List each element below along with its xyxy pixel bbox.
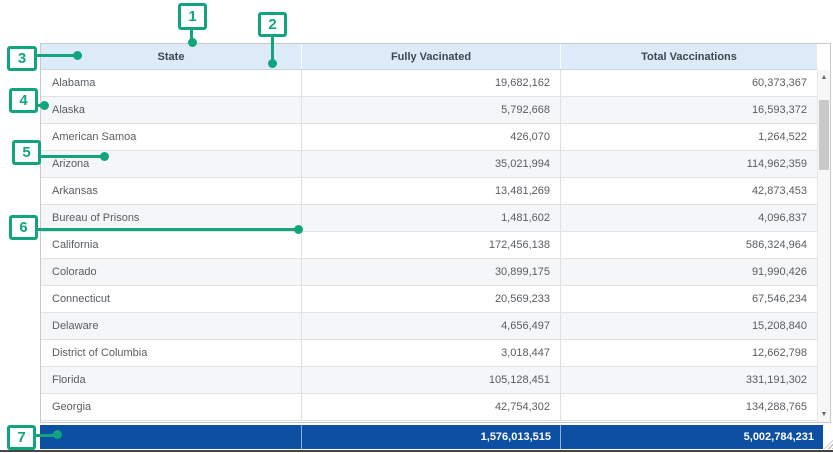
- state-cell: Arkansas: [41, 178, 302, 204]
- state-cell: American Samoa: [41, 124, 302, 150]
- fully-vaccinated-cell: 19,682,162: [302, 70, 561, 96]
- fully-vaccinated-cell: 172,456,138: [302, 232, 561, 258]
- state-cell: California: [41, 232, 302, 258]
- annotation-callout-3: 3: [7, 46, 37, 71]
- data-table: State Fully Vacinated Total Vaccinations…: [40, 43, 831, 423]
- vertical-scrollbar[interactable]: ▲ ▼: [817, 70, 830, 422]
- totals-total-vaccinations-cell: 5,002,784,231: [560, 425, 823, 449]
- window-bottom-edge: [0, 450, 833, 452]
- state-cell: Alabama: [41, 70, 302, 96]
- table-row[interactable]: American Samoa426,0701,264,522: [41, 124, 817, 151]
- annotation-dot-5: [100, 152, 109, 161]
- total-vaccinations-cell: 134,288,765: [561, 394, 817, 420]
- annotation-number-1: 1: [188, 9, 196, 24]
- annotation-callout-4: 4: [9, 88, 38, 113]
- annotation-connector-5: [40, 155, 102, 158]
- state-cell: District of Columbia: [41, 340, 302, 366]
- table-row[interactable]: District of Columbia3,018,44712,662,798: [41, 340, 817, 367]
- total-vaccinations-cell: 91,990,426: [561, 259, 817, 285]
- annotation-dot-7: [53, 430, 62, 439]
- table-row[interactable]: Delaware4,656,49715,208,840: [41, 313, 817, 340]
- scrollbar-down-icon[interactable]: ▼: [818, 407, 830, 422]
- annotation-connector-7: [35, 434, 55, 437]
- annotation-callout-2: 2: [258, 12, 287, 37]
- total-vaccinations-cell: 331,191,302: [561, 367, 817, 393]
- total-vaccinations-cell: 1,264,522: [561, 124, 817, 150]
- scrollbar-up-icon[interactable]: ▲: [818, 70, 830, 85]
- column-header-total-vaccinations[interactable]: Total Vaccinations: [561, 44, 817, 69]
- table-row[interactable]: Arizona35,021,994114,962,359: [41, 151, 817, 178]
- annotation-dot-6: [294, 225, 303, 234]
- column-header-fully-vaccinated[interactable]: Fully Vacinated: [302, 44, 561, 69]
- annotation-callout-6: 6: [9, 215, 38, 240]
- fully-vaccinated-cell: 13,481,269: [302, 178, 561, 204]
- annotation-number-7: 7: [17, 430, 25, 445]
- fully-vaccinated-cell: 426,070: [302, 124, 561, 150]
- table-row[interactable]: Colorado30,899,17591,990,426: [41, 259, 817, 286]
- table-body: Alabama19,682,16260,373,367Alaska5,792,6…: [41, 70, 817, 422]
- fully-vaccinated-cell: 3,018,447: [302, 340, 561, 366]
- total-vaccinations-cell: 15,208,840: [561, 313, 817, 339]
- table-row[interactable]: Alaska5,792,66816,593,372: [41, 97, 817, 124]
- screenshot-stage: State Fully Vacinated Total Vaccinations…: [0, 0, 833, 453]
- state-cell: Georgia: [41, 394, 302, 420]
- state-cell: Delaware: [41, 313, 302, 339]
- state-cell: Florida: [41, 367, 302, 393]
- annotation-connector-6: [37, 228, 296, 231]
- fully-vaccinated-cell: 20,569,233: [302, 286, 561, 312]
- total-vaccinations-cell: 60,373,367: [561, 70, 817, 96]
- annotation-number-3: 3: [18, 51, 26, 66]
- table-row[interactable]: Arkansas13,481,26942,873,453: [41, 178, 817, 205]
- annotation-connector-2: [271, 36, 274, 61]
- table-row[interactable]: Alabama19,682,16260,373,367: [41, 70, 817, 97]
- total-vaccinations-cell: 42,873,453: [561, 178, 817, 204]
- annotation-number-4: 4: [19, 93, 27, 108]
- state-cell: Connecticut: [41, 286, 302, 312]
- annotation-number-6: 6: [19, 220, 27, 235]
- fully-vaccinated-cell: 4,656,497: [302, 313, 561, 339]
- total-vaccinations-cell: 12,662,798: [561, 340, 817, 366]
- state-cell: Alaska: [41, 97, 302, 123]
- totals-state-cell: [40, 425, 301, 449]
- table-row[interactable]: Georgia42,754,302134,288,765: [41, 394, 817, 421]
- resize-grip-icon[interactable]: [824, 440, 833, 449]
- fully-vaccinated-cell: 35,021,994: [302, 151, 561, 177]
- totals-fully-vaccinated-cell: 1,576,013,515: [301, 425, 560, 449]
- annotation-number-2: 2: [268, 17, 276, 32]
- fully-vaccinated-cell: 5,792,668: [302, 97, 561, 123]
- total-vaccinations-cell: 16,593,372: [561, 97, 817, 123]
- fully-vaccinated-cell: 30,899,175: [302, 259, 561, 285]
- fully-vaccinated-cell: 42,754,302: [302, 394, 561, 420]
- annotation-dot-3: [73, 51, 82, 60]
- totals-row: 1,576,013,515 5,002,784,231: [40, 425, 823, 449]
- fully-vaccinated-cell: 105,128,451: [302, 367, 561, 393]
- annotation-dot-1: [188, 38, 197, 47]
- table-row[interactable]: Connecticut20,569,23367,546,234: [41, 286, 817, 313]
- annotation-callout-1: 1: [178, 3, 207, 30]
- total-vaccinations-cell: 4,096,837: [561, 205, 817, 231]
- annotation-callout-7: 7: [7, 425, 36, 450]
- state-cell: Colorado: [41, 259, 302, 285]
- annotation-dot-2: [268, 59, 277, 68]
- table-row[interactable]: Florida105,128,451331,191,302: [41, 367, 817, 394]
- annotation-dot-4: [40, 101, 49, 110]
- annotation-callout-5: 5: [12, 140, 41, 165]
- annotation-number-5: 5: [22, 145, 30, 160]
- table-row[interactable]: California172,456,138586,324,964: [41, 232, 817, 259]
- annotation-connector-3: [36, 54, 77, 57]
- total-vaccinations-cell: 114,962,359: [561, 151, 817, 177]
- scrollbar-thumb[interactable]: [819, 100, 829, 170]
- fully-vaccinated-cell: 1,481,602: [302, 205, 561, 231]
- total-vaccinations-cell: 67,546,234: [561, 286, 817, 312]
- total-vaccinations-cell: 586,324,964: [561, 232, 817, 258]
- table-header-row: State Fully Vacinated Total Vaccinations: [41, 44, 817, 70]
